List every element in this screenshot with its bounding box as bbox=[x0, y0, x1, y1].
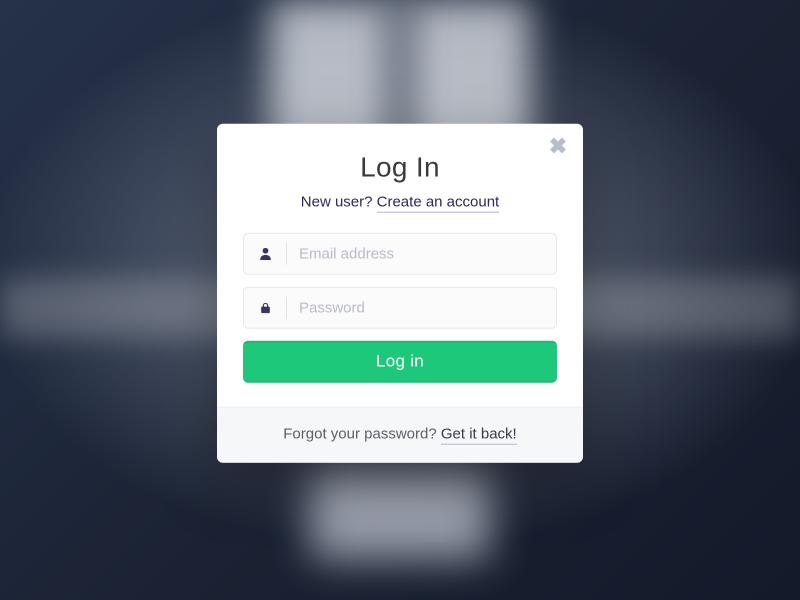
email-input[interactable] bbox=[287, 245, 556, 262]
background-blur-block bbox=[310, 470, 490, 560]
password-field-wrapper bbox=[243, 287, 557, 329]
new-user-label: New user? bbox=[301, 194, 377, 211]
modal-title: Log In bbox=[243, 152, 557, 184]
modal-body: Log In New user? Create an account Log i… bbox=[217, 124, 583, 407]
login-modal: ✖ Log In New user? Create an account Log bbox=[217, 124, 583, 463]
login-button[interactable]: Log in bbox=[243, 341, 557, 383]
create-account-link[interactable]: Create an account bbox=[377, 194, 500, 213]
forgot-password-link[interactable]: Get it back! bbox=[441, 426, 517, 445]
lock-icon bbox=[244, 300, 286, 316]
modal-subtitle: New user? Create an account bbox=[243, 194, 557, 211]
user-icon bbox=[244, 246, 286, 262]
close-icon[interactable]: ✖ bbox=[547, 136, 569, 158]
login-form: Log in bbox=[243, 233, 557, 383]
modal-footer: Forgot your password? Get it back! bbox=[217, 407, 583, 463]
email-field-wrapper bbox=[243, 233, 557, 275]
password-input[interactable] bbox=[287, 299, 556, 316]
forgot-password-label: Forgot your password? bbox=[283, 426, 441, 443]
